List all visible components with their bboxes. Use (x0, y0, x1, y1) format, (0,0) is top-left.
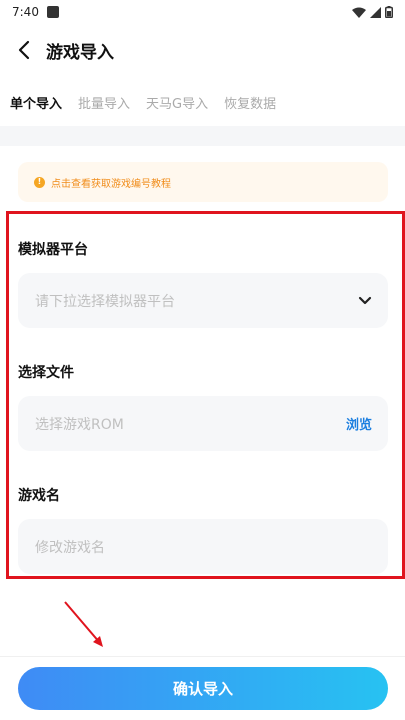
platform-select[interactable]: 请下拉选择模拟器平台 (18, 273, 388, 328)
game-name-input[interactable]: 修改游戏名 (18, 519, 388, 574)
battery-icon (385, 6, 393, 18)
section-divider (0, 126, 405, 146)
page-title: 游戏导入 (46, 42, 114, 63)
chevron-down-icon (358, 296, 372, 305)
info-icon: ! (34, 176, 45, 188)
tab-restore-data[interactable]: 恢复数据 (224, 93, 276, 112)
status-right (352, 6, 393, 18)
game-name-placeholder: 修改游戏名 (35, 539, 105, 556)
platform-placeholder: 请下拉选择模拟器平台 (35, 293, 175, 310)
notification-icon (46, 6, 59, 18)
status-left: 7:40 (12, 5, 59, 19)
signal-icon (370, 6, 381, 18)
tab-tianma-import[interactable]: 天马G导入 (146, 93, 208, 112)
tab-single-import[interactable]: 单个导入 (10, 93, 62, 112)
chevron-left-icon (18, 40, 30, 60)
tab-bar: 单个导入 批量导入 天马G导入 恢复数据 (10, 90, 276, 114)
back-button[interactable] (12, 38, 36, 62)
game-name-label: 游戏名 (18, 488, 60, 504)
status-bar: 7:40 (0, 0, 405, 24)
annotation-arrow-icon (64, 601, 103, 647)
notice-text: 点击查看获取游戏编号教程 (51, 178, 171, 190)
wifi-icon (352, 7, 366, 18)
tutorial-notice[interactable]: ! 点击查看获取游戏编号教程 (18, 162, 388, 202)
file-input[interactable]: 选择游戏ROM 浏览 (18, 396, 388, 451)
browse-button[interactable]: 浏览 (346, 414, 372, 433)
confirm-import-button[interactable]: 确认导入 (18, 667, 388, 710)
platform-label: 模拟器平台 (18, 242, 88, 258)
header: 游戏导入 (0, 30, 405, 70)
status-time: 7:40 (12, 5, 39, 19)
tab-batch-import[interactable]: 批量导入 (78, 93, 130, 112)
file-label: 选择文件 (18, 365, 74, 381)
file-placeholder: 选择游戏ROM (35, 416, 124, 433)
